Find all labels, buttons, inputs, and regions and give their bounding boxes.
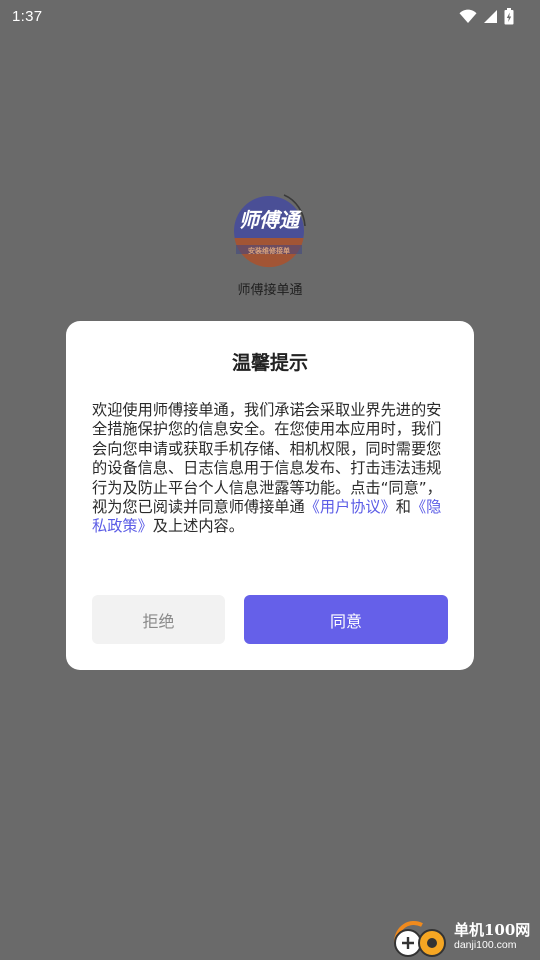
watermark-text: 单机100网 danji100.com [454,922,530,952]
watermark-cn: 单机100网 [454,921,531,939]
app-logo-text: 师傅通 [239,208,302,232]
signal-icon [484,9,497,23]
app-logo-subtext: 安装维修接单 [248,246,290,255]
dialog-title: 温馨提示 [231,352,308,374]
reject-button[interactable]: 拒绝 [92,595,225,644]
status-icons [459,7,514,25]
watermark-logo-icon [394,921,446,957]
dialog-body-suffix: 及上述内容。 [152,517,244,536]
user-agreement-link[interactable]: 《用户协议》 [305,498,396,516]
app-logo: 师傅通 安装维修接单 [234,194,306,268]
watermark: 单机100网 danji100.com [388,914,540,960]
wifi-icon [459,9,477,23]
app-name: 师傅接单通 [237,283,303,298]
status-time: 1:37 [12,7,43,25]
privacy-dialog: 温馨提示 欢迎使用师傅接单通，我们承诺会采取业界先进的安全措施保护您的信息安全。… [66,321,474,670]
battery-charging-icon [504,7,514,24]
dialog-body: 欢迎使用师傅接单通，我们承诺会采取业界先进的安全措施保护您的信息安全。在您使用本… [92,401,452,537]
dialog-conjunction: 和 [395,498,411,517]
status-bar: 1:37 [0,0,540,32]
agree-button[interactable]: 同意 [244,595,448,644]
watermark-en: danji100.com [454,939,517,951]
